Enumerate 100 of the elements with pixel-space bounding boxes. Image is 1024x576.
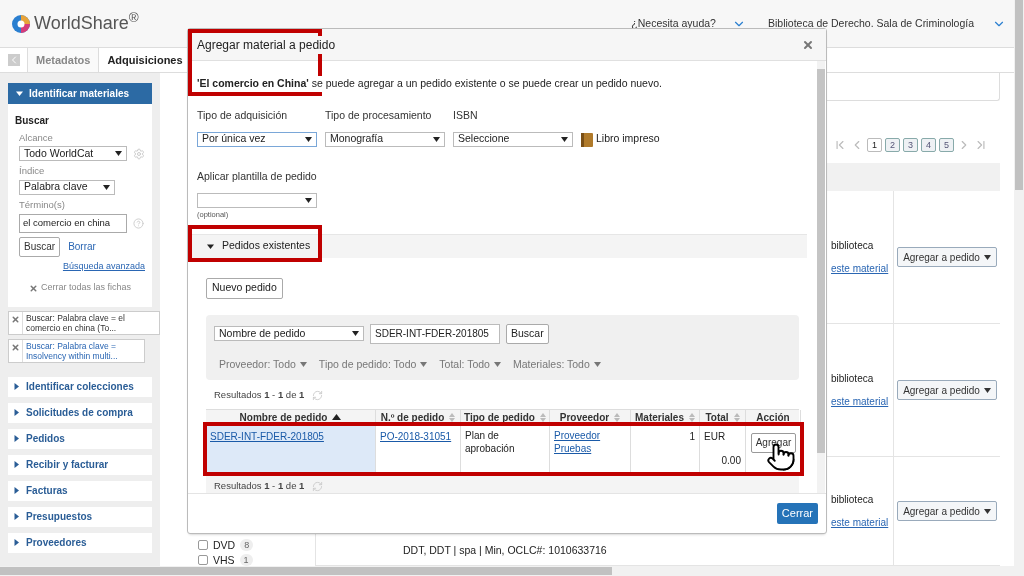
add-to-order-button[interactable]: Agregar a pedido (897, 247, 997, 267)
filter-dropdown[interactable]: Proveedor: Todo (219, 356, 307, 373)
advanced-search-link[interactable]: Búsqueda avanzada (62, 259, 145, 274)
settings-icon[interactable] (133, 147, 145, 160)
format-label: Libro impreso (596, 130, 660, 146)
refresh-icon[interactable] (312, 389, 324, 401)
scrollbar[interactable] (0, 566, 1024, 576)
help-link[interactable]: ¿Necesita ayuda? (631, 15, 724, 32)
table-cell: Plan de aprobación (461, 424, 550, 472)
help-icon[interactable] (133, 217, 144, 229)
column-header[interactable]: Nombre de pedido (206, 409, 376, 425)
page-button[interactable]: 4 (921, 137, 936, 152)
caret-icon (593, 361, 601, 367)
field-label: Término(s) (19, 197, 66, 212)
sidebar-section[interactable]: Identificar colecciones (8, 376, 152, 397)
index-dropdown[interactable]: Palabra clave (19, 179, 115, 195)
sidebar-section[interactable]: Solicitudes de compra (8, 402, 152, 423)
search-tab[interactable]: Buscar: Palabra clave = el comercio en china (To... (8, 310, 160, 335)
facet-count: 8 (240, 538, 254, 551)
field-label: Alcance (19, 131, 54, 145)
filter-dropdown[interactable]: Tipo de pedido: Todo (318, 356, 428, 373)
new-order-button[interactable]: Nuevo pedido (206, 277, 283, 299)
vendor-link[interactable]: Proveedor Pruebas (554, 428, 626, 455)
table-cell-text: 0.00 (721, 453, 741, 468)
caret-icon (13, 487, 20, 495)
filter-dropdown[interactable]: Materiales: Todo (512, 356, 601, 373)
caret-icon (13, 461, 20, 469)
sidebar-section[interactable]: Presupuestos (8, 506, 152, 527)
search-field[interactable]: SDER-INT-FDER-201805 (370, 323, 500, 344)
filter-dropdown[interactable]: Total: Todo (439, 356, 501, 373)
field-label: Aplicar plantilla de pedido (197, 168, 318, 184)
search-terms-field[interactable]: el comercio en china (19, 213, 127, 233)
caret-icon (493, 361, 501, 367)
search-button[interactable]: Buscar (506, 323, 549, 344)
scrollbar[interactable] (1014, 0, 1024, 566)
field-label: Índice (19, 164, 46, 179)
book-icon (581, 132, 593, 147)
table-cell-text: EUR (704, 429, 727, 444)
close-icon[interactable] (802, 38, 814, 51)
holding-text: biblioteca (831, 239, 875, 253)
facet-label: DVD (213, 538, 236, 551)
caret-icon (13, 539, 20, 547)
logo-icon (12, 14, 30, 33)
scope-dropdown[interactable]: Todo WorldCat (19, 146, 127, 162)
dropdown[interactable]: Monografía (325, 131, 445, 147)
library-name[interactable]: Biblioteca de Derecho. Sala de Criminología (767, 15, 984, 32)
close-button[interactable]: Cerrar (776, 503, 818, 524)
close-icon[interactable] (28, 283, 38, 293)
search-tab[interactable]: Buscar: Palabra clave = Insolvency within multi... (8, 338, 145, 363)
column-header[interactable]: N.º de pedido (376, 409, 461, 425)
page-button[interactable]: 1 (867, 137, 882, 152)
caret-icon (433, 136, 440, 142)
sidebar-section[interactable]: Pedidos (8, 428, 152, 449)
dialog-title: Agregar material a pedido (197, 35, 336, 54)
item-link[interactable]: este material (831, 515, 893, 530)
search-button[interactable]: Buscar (19, 236, 61, 257)
dropdown[interactable] (197, 193, 317, 209)
checkbox[interactable] (198, 539, 208, 550)
close-icon[interactable] (11, 314, 20, 324)
sidebar-section[interactable]: Recibir y facturar (8, 454, 152, 475)
column-header[interactable]: Proveedor (550, 409, 631, 425)
item-link[interactable]: este material (831, 394, 893, 409)
scrollbar[interactable] (817, 61, 825, 493)
collapse-icon[interactable] (7, 54, 20, 66)
caret-icon (299, 361, 307, 367)
results-count: Resultados 1 - 1 de 1 (214, 478, 305, 493)
checkbox[interactable] (198, 554, 208, 565)
column-header[interactable]: Total (700, 409, 746, 425)
section-header[interactable]: Pedidos existentes (191, 233, 807, 258)
holding-text: biblioteca (831, 493, 875, 507)
caret-icon (13, 383, 20, 391)
field-label: ISBN (453, 107, 479, 123)
page-button[interactable]: 3 (903, 137, 918, 152)
order-name-link[interactable]: SDER-INT-FDER-201805 (210, 430, 324, 442)
close-icon[interactable] (11, 342, 20, 352)
dropdown[interactable]: Seleccione (453, 131, 573, 147)
column-header[interactable]: Materiales (631, 409, 700, 425)
sidebar-section[interactable]: Proveedores (8, 532, 152, 553)
add-to-order-button[interactable]: Agregar a pedido (897, 501, 997, 521)
logo-text: WorldShare$^{®}$ (34, 10, 139, 35)
search-field-dropdown[interactable]: Nombre de pedido (214, 326, 364, 341)
caret-icon (561, 136, 568, 142)
column-header[interactable]: Tipo de pedido (461, 409, 550, 425)
order-number-link[interactable]: PO-2018-31051 (380, 430, 452, 442)
page-button[interactable]: 2 (885, 137, 900, 152)
sidebar-section[interactable]: Facturas (8, 480, 152, 501)
panel-header[interactable]: Identificar materiales (8, 83, 152, 104)
clear-link[interactable]: Borrar (68, 239, 96, 255)
caret-icon (983, 254, 991, 260)
refresh-icon[interactable] (312, 480, 324, 492)
holding-text: biblioteca (831, 372, 875, 386)
caret-icon (13, 435, 20, 443)
field-label: Tipo de adquisición (197, 107, 289, 123)
caret-icon (305, 136, 312, 142)
close-all-link[interactable]: Cerrar todas las fichas (40, 281, 131, 295)
page-button[interactable]: 5 (939, 137, 954, 152)
add-to-order-button[interactable]: Agregar a pedido (897, 380, 997, 400)
dropdown[interactable]: Por única vez (197, 131, 317, 147)
record-details: DDT, DDT | spa | Min, OCLC#: 1010633716 (403, 543, 607, 559)
item-link[interactable]: este material (831, 261, 893, 276)
